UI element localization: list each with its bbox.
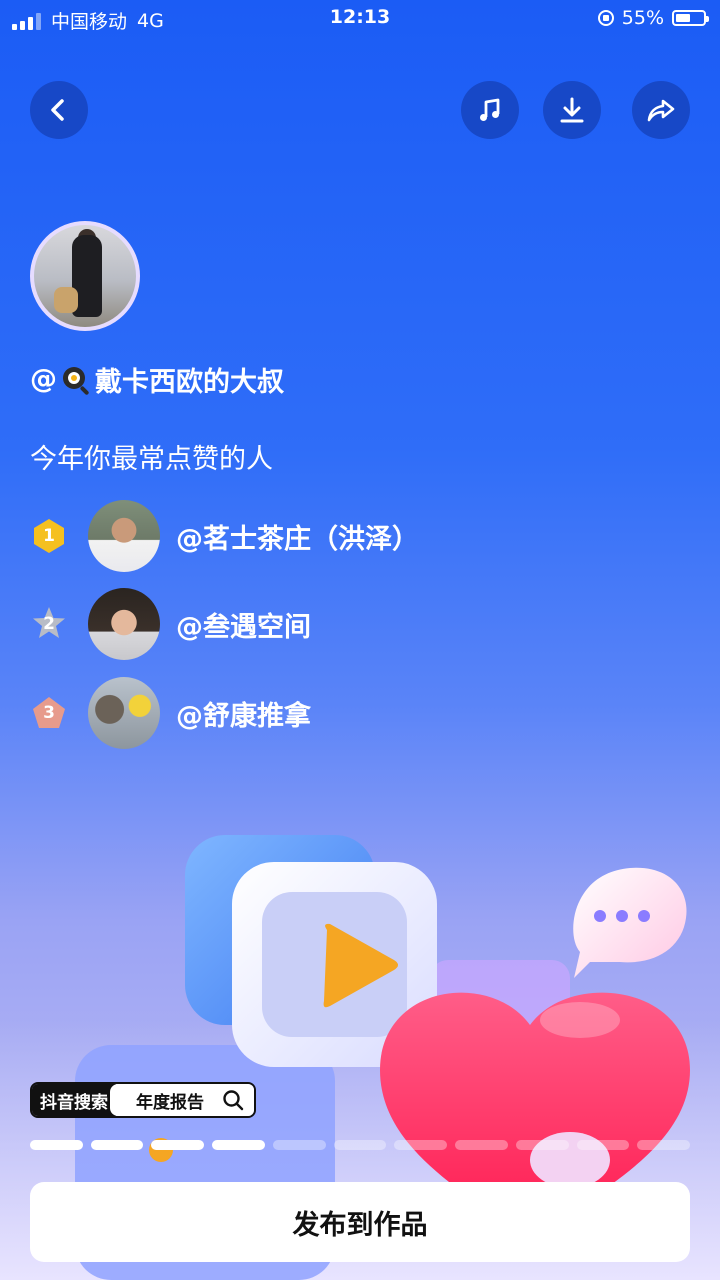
- battery-fill: [676, 14, 691, 22]
- search-query-text: 年度报告: [136, 1092, 204, 1113]
- search-brand: 抖音搜索: [32, 1084, 116, 1116]
- progress-segment: [576, 1140, 630, 1150]
- chat-bubble-icon: [573, 867, 687, 978]
- rank-row-1[interactable]: 1 @茗士茶庄（洪泽）: [30, 500, 419, 572]
- rank-avatar-2[interactable]: [88, 588, 160, 660]
- status-bar: 中国移动 4G 12:13 55%: [0, 0, 720, 38]
- battery-percent: 55%: [621, 7, 664, 29]
- download-icon: [560, 97, 584, 123]
- publish-button[interactable]: 发布到作品: [30, 1182, 690, 1262]
- at-sign: @: [30, 364, 57, 395]
- progress-segment: [455, 1140, 508, 1150]
- progress-segment: [30, 1140, 83, 1150]
- download-button[interactable]: [543, 81, 601, 139]
- search-chip[interactable]: 抖音搜索 年度报告: [30, 1082, 256, 1118]
- username: @ 戴卡西欧的大叔: [30, 360, 284, 399]
- search-query[interactable]: 年度报告: [110, 1084, 254, 1116]
- rank-badge-1: 1: [30, 517, 68, 555]
- music-button[interactable]: [461, 81, 519, 139]
- rank-name-2: @叁遇空间: [176, 611, 311, 643]
- heart-shine: [540, 1002, 620, 1038]
- progress-segment: [394, 1140, 448, 1150]
- rank-avatar-1[interactable]: [88, 500, 160, 572]
- story-progress: [30, 1140, 691, 1150]
- rotation-lock-icon: [597, 10, 614, 26]
- rank-name-1: @茗士茶庄（洪泽）: [176, 523, 419, 555]
- battery-icon: [672, 10, 709, 26]
- rank-row-3[interactable]: 3 @舒康推拿: [30, 677, 311, 749]
- back-button[interactable]: [30, 81, 88, 139]
- share-arrow-icon: [647, 99, 675, 122]
- user-avatar[interactable]: [30, 221, 140, 331]
- rank-badge-3: 3: [30, 694, 68, 732]
- chevron-left-icon: [51, 99, 64, 121]
- rank-number: 1: [43, 526, 55, 546]
- year-report-screen: 中国移动 4G 12:13 55% @ 戴卡西欧的大叔 今年你最常点赞的人 1 …: [0, 0, 720, 1280]
- username-text: 戴卡西欧的大叔: [95, 367, 284, 398]
- rank-avatar-3[interactable]: [88, 677, 160, 749]
- progress-segment: [212, 1140, 265, 1150]
- rank-number: 2: [43, 614, 55, 634]
- search-icon: [223, 1090, 244, 1111]
- rank-row-2[interactable]: 2 @叁遇空间: [30, 588, 311, 660]
- progress-segment: [272, 1140, 326, 1150]
- progress-segment: [333, 1140, 387, 1150]
- progress-segment: [90, 1140, 144, 1150]
- rank-number: 3: [43, 703, 55, 723]
- music-note-icon: [480, 98, 500, 121]
- section-title: 今年你最常点赞的人: [30, 444, 273, 475]
- rank-name-3: @舒康推拿: [176, 700, 311, 732]
- frying-pan-egg-icon: [61, 365, 91, 395]
- progress-segment: [151, 1140, 205, 1150]
- status-right: 55%: [597, 7, 709, 29]
- share-button[interactable]: [632, 81, 690, 139]
- progress-segment: [637, 1140, 691, 1150]
- rank-badge-2: 2: [30, 605, 68, 643]
- progress-segment: [515, 1140, 569, 1150]
